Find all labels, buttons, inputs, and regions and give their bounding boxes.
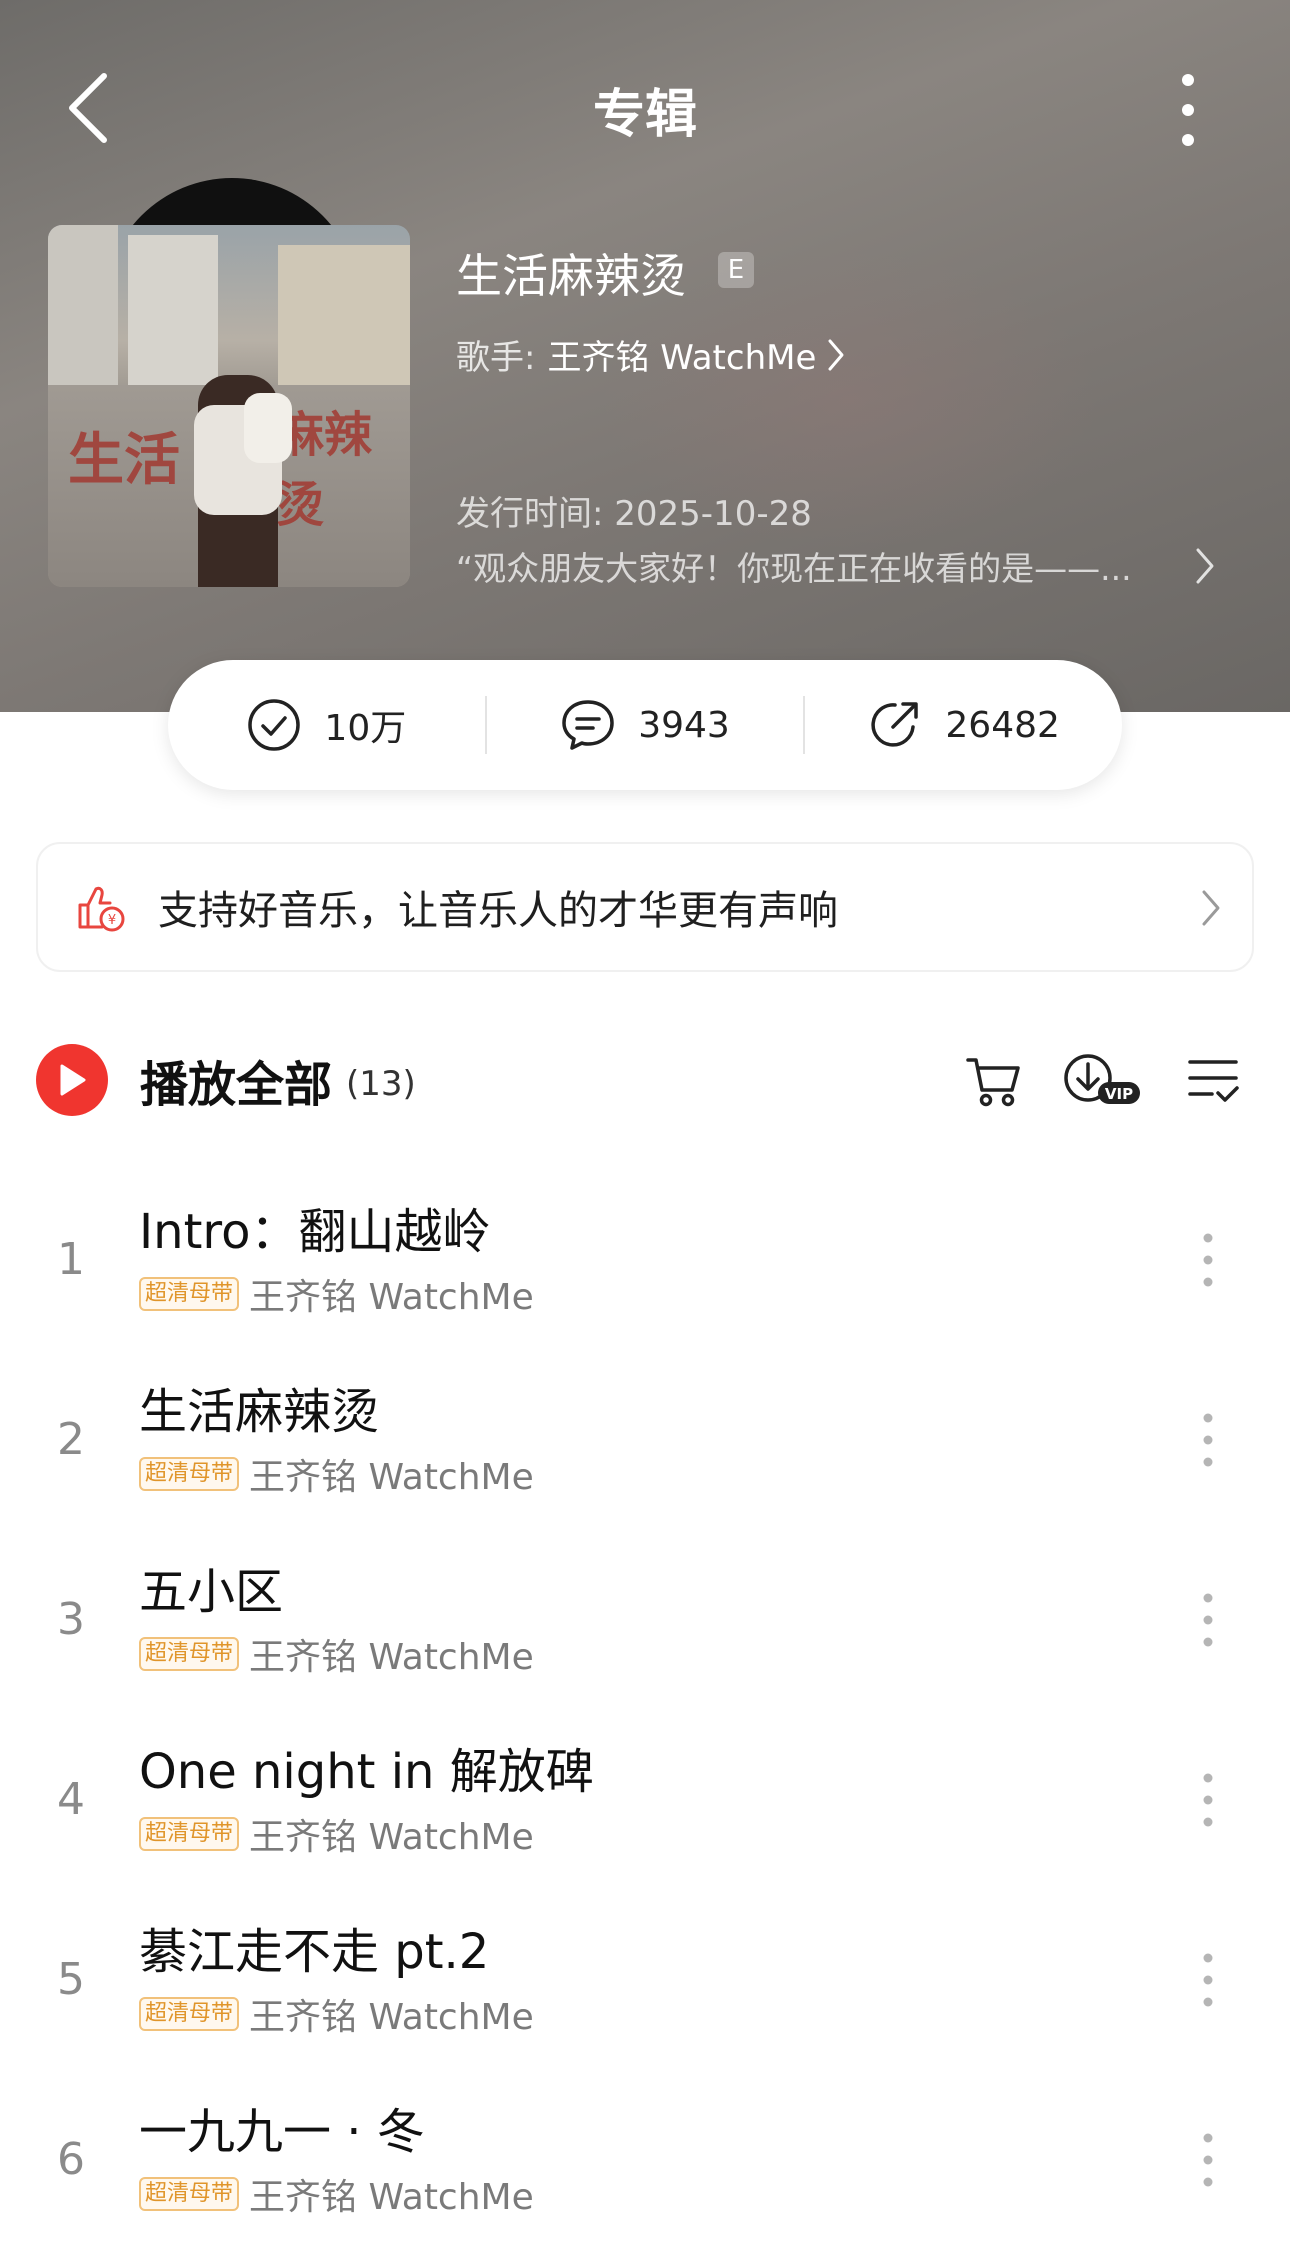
quality-badge: 超清母带 (139, 2177, 240, 2211)
track-more-icon[interactable] (1196, 1410, 1220, 1470)
quality-badge: 超清母带 (139, 1637, 240, 1671)
support-banner[interactable]: ¥ 支持好音乐，让音乐人的才华更有声响 (36, 842, 1254, 972)
album-cover[interactable]: 生活 麻辣烫 (48, 225, 410, 587)
artist-name: 王齐铭 WatchMe (547, 338, 817, 378)
quality-badge: 超清母带 (139, 1997, 240, 2031)
track-artist: 王齐铭 WatchMe (249, 1637, 534, 1678)
comment-icon (562, 700, 614, 750)
track-number: 4 (57, 1774, 85, 1825)
track-number: 2 (57, 1414, 85, 1465)
track-title: One night in 解放碑 (139, 1744, 594, 1800)
track-more-icon[interactable] (1196, 1230, 1220, 1290)
page-title: 专辑 (592, 85, 697, 145)
track-title: 一九九一 · 冬 (139, 2104, 425, 2160)
track-number: 5 (57, 1954, 85, 2005)
svg-text:¥: ¥ (108, 913, 116, 928)
collect-count: 10万 (324, 708, 407, 749)
chevron-right-icon[interactable] (1194, 546, 1216, 586)
track-more-icon[interactable] (1196, 2130, 1220, 2190)
album-description[interactable]: “观众朋友大家好！你现在正在收看的是——... (456, 542, 1186, 590)
track-meta: 超清母带 王齐铭 WatchMe (139, 1628, 534, 1680)
quality-badge: 超清母带 (139, 1277, 240, 1311)
track-number: 3 (57, 1594, 85, 1645)
track-title: Intro：翻山越岭 (139, 1204, 491, 1260)
track-meta: 超清母带 王齐铭 WatchMe (139, 1988, 534, 2040)
track-meta: 超清母带 王齐铭 WatchMe (139, 1808, 534, 1860)
cover-graffiti-right: 麻辣烫 (276, 407, 373, 533)
track-title: 綦江走不走 pt.2 (139, 1924, 490, 1980)
svg-text:VIP: VIP (1105, 1085, 1133, 1103)
share-icon (871, 702, 919, 747)
play-all-row: 播放全部 (13) VIP (36, 1040, 1254, 1120)
explicit-badge: E (718, 252, 754, 288)
track-meta: 超清母带 王齐铭 WatchMe (139, 2168, 534, 2220)
stats-bar: 10万 3943 26482 (168, 660, 1122, 790)
track-artist: 王齐铭 WatchMe (249, 1277, 534, 1318)
track-row[interactable]: 5 綦江走不走 pt.2 超清母带 王齐铭 WatchMe (0, 1904, 1290, 2064)
play-all-button[interactable] (36, 1044, 108, 1116)
track-artist: 王齐铭 WatchMe (249, 1997, 534, 2038)
track-meta: 超清母带 王齐铭 WatchMe (139, 1268, 534, 1320)
share-button[interactable]: 26482 (805, 697, 1122, 753)
track-more-icon[interactable] (1196, 1770, 1220, 1830)
quality-badge: 超清母带 (139, 1457, 240, 1491)
collect-button[interactable]: 10万 (168, 697, 485, 753)
chevron-right-icon (828, 339, 844, 370)
more-options-icon[interactable] (1168, 70, 1208, 150)
track-row[interactable]: 3 五小区 超清母带 王齐铭 WatchMe (0, 1544, 1290, 1704)
cover-child (244, 393, 292, 463)
track-row[interactable]: 2 生活麻辣烫 超清母带 王齐铭 WatchMe (0, 1364, 1290, 1524)
track-artist: 王齐铭 WatchMe (249, 1817, 534, 1858)
play-icon (60, 1064, 86, 1096)
multi-select-icon[interactable] (1186, 1048, 1240, 1112)
cover-graffiti-left: 生活 (68, 428, 180, 493)
track-number: 1 (57, 1234, 85, 1285)
track-artist: 王齐铭 WatchMe (249, 2177, 534, 2218)
track-artist: 王齐铭 WatchMe (249, 1457, 534, 1498)
share-count: 26482 (945, 704, 1060, 746)
track-row[interactable]: 6 一九九一 · 冬 超清母带 王齐铭 WatchMe (0, 2084, 1290, 2244)
quality-badge: 超清母带 (139, 1817, 240, 1851)
comments-count: 3943 (638, 704, 730, 746)
artist-link[interactable]: 歌手: 王齐铭 WatchMe (456, 330, 846, 379)
track-row[interactable]: 4 One night in 解放碑 超清母带 王齐铭 WatchMe (0, 1724, 1290, 1884)
thumbs-up-coin-icon: ¥ (78, 886, 125, 932)
track-row[interactable]: 1 Intro：翻山越岭 超清母带 王齐铭 WatchMe (0, 1184, 1290, 1344)
download-vip-icon[interactable]: VIP (1060, 1048, 1144, 1112)
check-circle-icon (248, 699, 301, 751)
track-more-icon[interactable] (1196, 1590, 1220, 1650)
play-all-label[interactable]: 播放全部 (140, 1045, 332, 1115)
release-date: 发行时间: 2025-10-28 (456, 494, 812, 534)
chevron-right-icon (1202, 890, 1220, 926)
track-title: 五小区 (139, 1564, 284, 1620)
track-meta: 超清母带 王齐铭 WatchMe (139, 1448, 534, 1500)
track-title: 生活麻辣烫 (139, 1384, 380, 1440)
cart-icon[interactable] (964, 1048, 1024, 1112)
track-count: (13) (346, 1064, 416, 1104)
track-number: 6 (57, 2134, 85, 2185)
artist-label: 歌手: (456, 338, 536, 378)
support-text: 支持好音乐，让音乐人的才华更有声响 (158, 888, 838, 934)
comments-button[interactable]: 3943 (487, 697, 804, 753)
track-more-icon[interactable] (1196, 1950, 1220, 2010)
album-title: 生活麻辣烫 (456, 249, 686, 303)
